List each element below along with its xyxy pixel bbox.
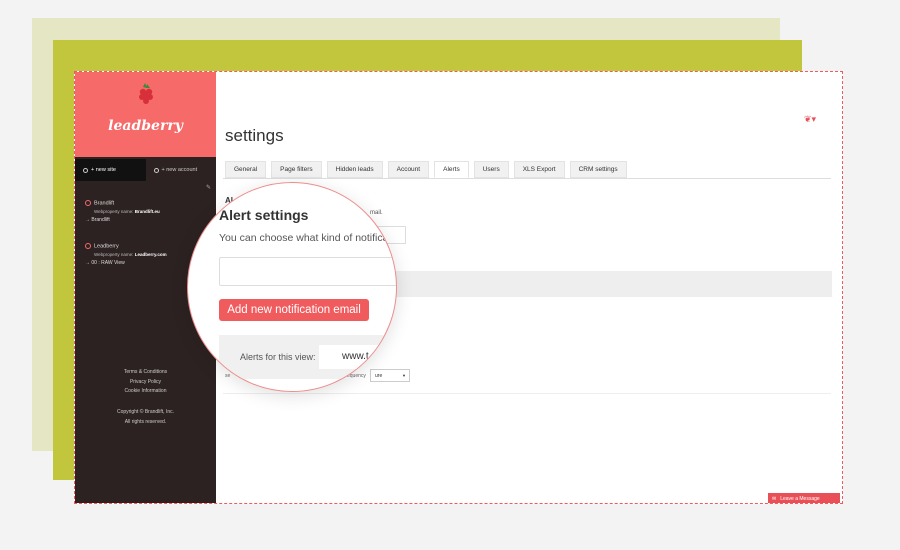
- sidebar-tabs: + new site + new account: [75, 159, 216, 181]
- site-item[interactable]: Brandlift Webproperty name: Brandlift.eu…: [85, 200, 160, 223]
- alerts-for-view-value[interactable]: www.t: [319, 345, 396, 369]
- site-view-label: Brandlift: [91, 217, 110, 224]
- site-property-value: Brandlift.eu: [134, 209, 160, 215]
- privacy-link[interactable]: Privacy Policy: [75, 378, 216, 388]
- site-name: Brandlift: [94, 200, 115, 207]
- tab-alerts[interactable]: Alerts: [434, 161, 469, 178]
- tab-crm-settings[interactable]: CRM settings: [569, 161, 627, 178]
- site-item[interactable]: Leadberry Webproperty name: Leadberry.co…: [85, 243, 167, 266]
- section-divider: [223, 393, 831, 394]
- copyright: Copyright © Brandlift, Inc. All rights r…: [75, 408, 216, 427]
- site-view-item[interactable]: → Brandlift: [85, 217, 160, 223]
- stage: leadberry + new site + new account ✎ Bra…: [0, 0, 900, 550]
- copyright-line: Copyright © Brandlift, Inc.: [116, 409, 175, 415]
- settings-tabs: General Page filters Hidden leads Accoun…: [225, 161, 627, 178]
- page-title: settings: [225, 126, 284, 145]
- terms-link[interactable]: Terms & Conditions: [75, 368, 216, 378]
- tab-account[interactable]: Account: [387, 161, 430, 178]
- zoom-magnifier: Alert settings You can choose what kind …: [187, 182, 397, 392]
- alerts-for-view-panel: Alerts for this view: www.t: [219, 335, 396, 379]
- brand-name: leadberry: [108, 118, 183, 134]
- arrow-right-icon: →: [85, 217, 90, 224]
- site-property-label: Webproperty name:: [94, 209, 134, 215]
- site-view-item[interactable]: → 00 : RAW View: [85, 260, 167, 266]
- arrow-right-icon: →: [85, 260, 90, 267]
- tabs-divider: [223, 178, 831, 179]
- cookie-link[interactable]: Cookie Information: [75, 387, 216, 397]
- chevron-down-icon: ▾: [811, 114, 817, 124]
- user-menu[interactable]: ❦▾: [804, 114, 816, 125]
- location-pin-icon: [85, 243, 91, 249]
- tab-page-filters[interactable]: Page filters: [271, 161, 322, 178]
- brand-header[interactable]: leadberry: [75, 72, 216, 157]
- new-account-tab[interactable]: + new account: [146, 159, 217, 181]
- alert-settings-title: Alert settings: [219, 207, 309, 223]
- copyright-line: All rights reserved.: [124, 418, 167, 425]
- tab-xls-export[interactable]: XLS Export: [513, 161, 565, 178]
- leave-message-label: Leave a Message: [780, 496, 820, 502]
- site-property-label: Webproperty name:: [94, 252, 134, 258]
- raspberry-icon: ❦: [804, 114, 812, 124]
- edit-icon[interactable]: ✎: [206, 184, 211, 191]
- new-site-label: + new site: [91, 167, 116, 173]
- raspberry-icon: [139, 83, 153, 104]
- circle-icon: [153, 167, 159, 173]
- caret-down-icon: ▼: [402, 373, 406, 378]
- site-property-value: Leadberry.com: [134, 252, 167, 258]
- location-pin-icon: [85, 200, 91, 206]
- alert-settings-description: mail.: [370, 210, 383, 216]
- circle-icon: [83, 167, 88, 173]
- tab-hidden-leads[interactable]: Hidden leads: [326, 161, 383, 178]
- footer-links: Terms & Conditions Privacy Policy Cookie…: [75, 368, 216, 397]
- site-name: Leadberry: [94, 243, 119, 250]
- envelope-icon: ✉: [772, 496, 777, 502]
- tab-users[interactable]: Users: [473, 161, 509, 178]
- notification-email-input-zoom[interactable]: [219, 257, 396, 286]
- add-notification-email-button[interactable]: Add new notification email: [219, 299, 369, 321]
- new-account-label: + new account: [161, 167, 198, 173]
- site-view-label: 00 : RAW View: [91, 260, 125, 267]
- leave-message-button[interactable]: ✉ Leave a Message: [768, 493, 840, 503]
- alert-settings-subtitle: You can choose what kind of notificati: [219, 232, 394, 244]
- tab-general[interactable]: General: [225, 161, 267, 178]
- alerts-for-view-label: Alerts for this view:: [240, 352, 316, 362]
- new-site-tab[interactable]: + new site: [75, 159, 146, 181]
